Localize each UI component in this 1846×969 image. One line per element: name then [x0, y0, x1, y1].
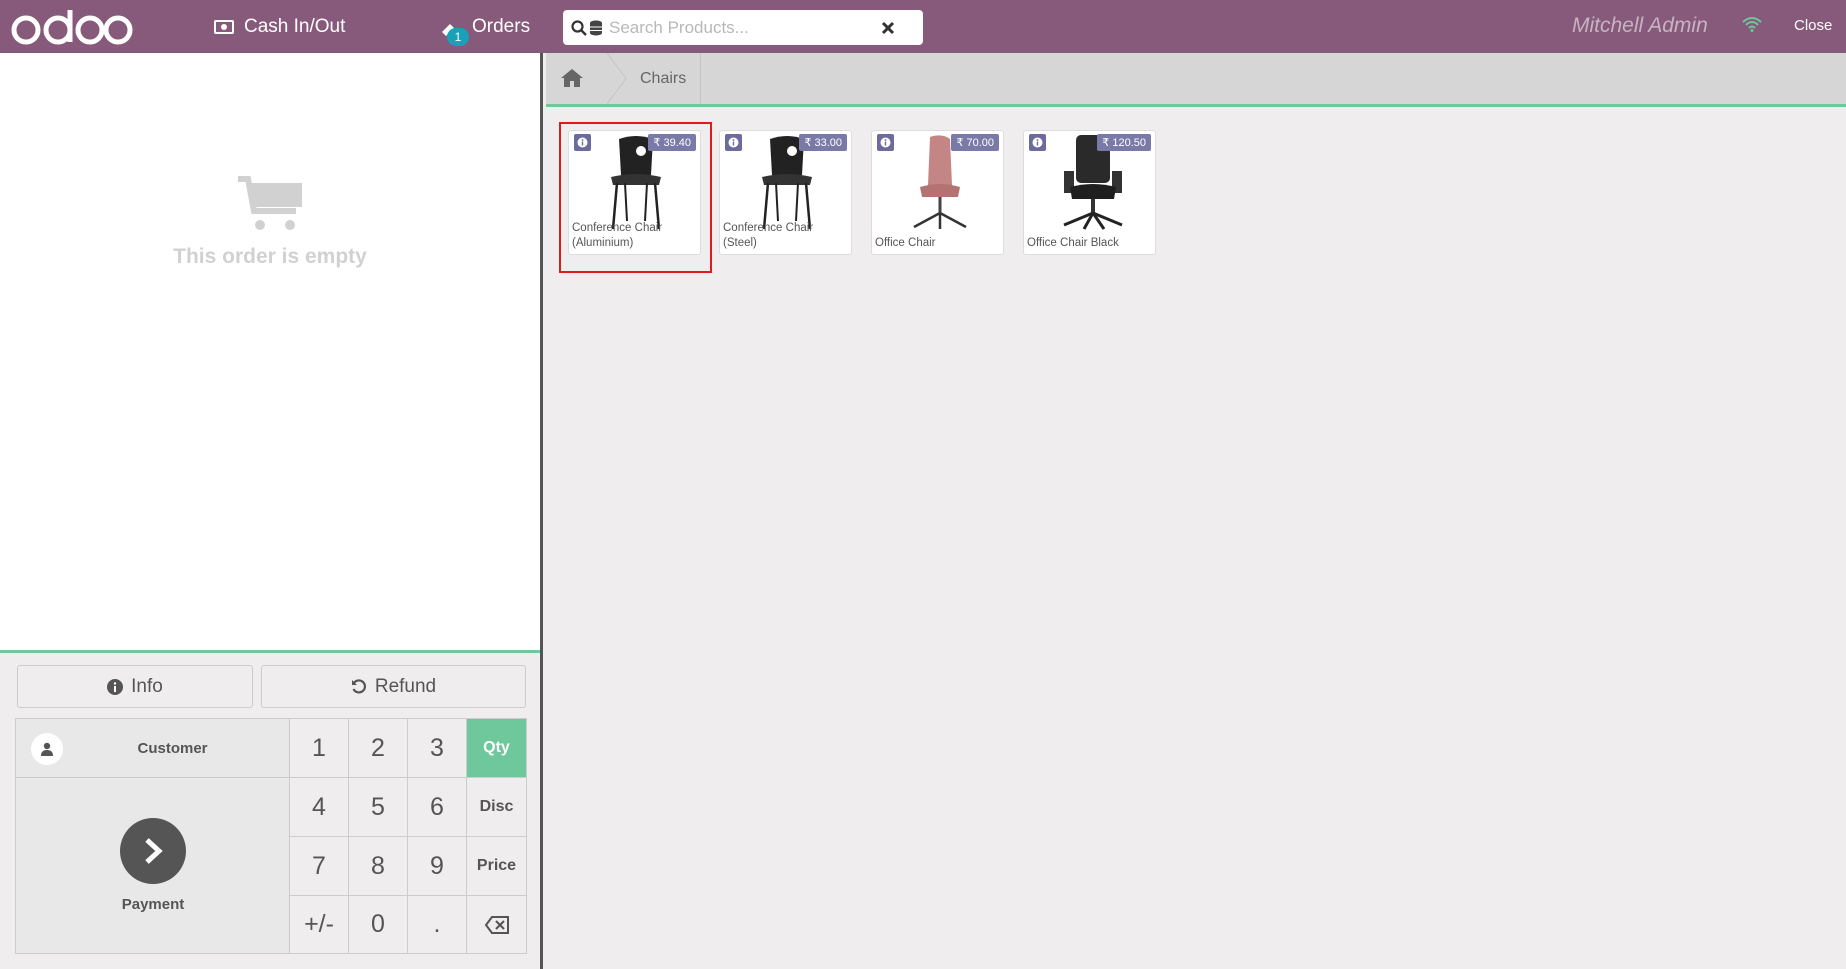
empty-order: This order is empty [0, 123, 540, 269]
product-price: ₹ 70.00 [951, 134, 999, 151]
product-info-icon[interactable] [725, 134, 742, 151]
product-card[interactable]: ₹ 39.40 Conference Chair (Aluminium) [568, 130, 701, 255]
numpad-key-dot[interactable]: . [408, 896, 467, 954]
numpad-key-6[interactable]: 6 [408, 778, 467, 837]
orders-label: Orders [472, 15, 531, 37]
ticket-icon-wrap: 1 [440, 16, 469, 46]
search-icon [571, 19, 587, 36]
shopping-cart-icon [238, 176, 302, 230]
home-icon[interactable] [560, 68, 584, 88]
wifi-icon [1742, 17, 1762, 32]
close-button[interactable]: Close [1794, 17, 1832, 34]
qty-mode-button[interactable]: Qty [467, 719, 527, 778]
product-info-icon[interactable] [574, 134, 591, 151]
breadcrumb-category[interactable]: Chairs [640, 53, 702, 104]
product-price: ₹ 39.40 [648, 134, 696, 151]
breadcrumb-separator [606, 53, 627, 104]
product-card[interactable]: ₹ 33.00 Conference Chair (Steel) [719, 130, 852, 255]
product-name: Conference Chair (Steel) [723, 222, 814, 249]
empty-order-text: This order is empty [173, 245, 367, 268]
top-bar: Cash In/Out 1 Orders Mitchell Admin [0, 0, 1846, 53]
numpad-key-2[interactable]: 2 [349, 719, 408, 778]
undo-icon [351, 678, 366, 693]
payment-button[interactable]: Payment [16, 778, 290, 954]
breadcrumb: Chairs [546, 53, 1846, 107]
product-info-icon[interactable] [877, 134, 894, 151]
disc-mode-button[interactable]: Disc [467, 778, 527, 837]
price-mode-button[interactable]: Price [467, 837, 527, 896]
search-bar [563, 10, 923, 45]
numpad-key-5[interactable]: 5 [349, 778, 408, 837]
chevron-right-icon [145, 838, 163, 864]
products-pane: Chairs ₹ 39.40 Conference Chair (Alumini… [546, 53, 1846, 969]
product-card[interactable]: ₹ 120.50 Office Chair Black [1023, 130, 1156, 255]
product-name: Office Chair [875, 237, 936, 249]
product-price: ₹ 120.50 [1097, 134, 1151, 151]
customer-button[interactable]: Customer [16, 719, 290, 778]
payment-circle [120, 818, 186, 884]
numpad-key-3[interactable]: 3 [408, 719, 467, 778]
database-icon[interactable] [589, 20, 603, 36]
refund-label: Refund [374, 675, 437, 697]
product-name: Conference Chair (Aluminium) [572, 222, 663, 249]
payment-label: Payment [121, 896, 185, 913]
product-price: ₹ 33.00 [799, 134, 847, 151]
backspace-button[interactable] [467, 896, 527, 954]
odoo-logo[interactable] [10, 6, 134, 48]
control-panel: Info Refund Customer Payment 1 2 3 Qty 4… [0, 650, 540, 969]
clear-search-icon[interactable] [881, 21, 895, 35]
money-icon [214, 19, 234, 34]
search-input[interactable] [609, 17, 881, 38]
numpad: Customer Payment 1 2 3 Qty 4 5 6 Disc 7 … [15, 718, 527, 954]
user-icon [41, 742, 53, 756]
info-button[interactable]: Info [17, 665, 253, 708]
cash-in-out-label: Cash In/Out [244, 15, 346, 37]
orders-count-badge: 1 [447, 27, 469, 46]
refund-button[interactable]: Refund [261, 665, 526, 708]
product-info-icon[interactable] [1029, 134, 1046, 151]
info-circle-icon [107, 678, 124, 695]
user-name[interactable]: Mitchell Admin [1572, 14, 1708, 38]
numpad-key-8[interactable]: 8 [349, 837, 408, 896]
numpad-key-7[interactable]: 7 [290, 837, 349, 896]
orders-button[interactable]: 1 Orders [440, 0, 530, 53]
product-card[interactable]: ₹ 70.00 Office Chair [871, 130, 1004, 255]
order-pane: This order is empty Info Refund Customer… [0, 53, 543, 969]
cash-in-out-button[interactable]: Cash In/Out [214, 0, 345, 53]
backspace-icon [484, 915, 509, 934]
numpad-key-9[interactable]: 9 [408, 837, 467, 896]
numpad-key-4[interactable]: 4 [290, 778, 349, 837]
numpad-key-0[interactable]: 0 [349, 896, 408, 954]
avatar [31, 733, 63, 765]
numpad-key-plus-minus[interactable]: +/- [290, 896, 349, 954]
info-label: Info [131, 675, 163, 697]
product-name: Office Chair Black [1027, 237, 1119, 249]
numpad-key-1[interactable]: 1 [290, 719, 349, 778]
